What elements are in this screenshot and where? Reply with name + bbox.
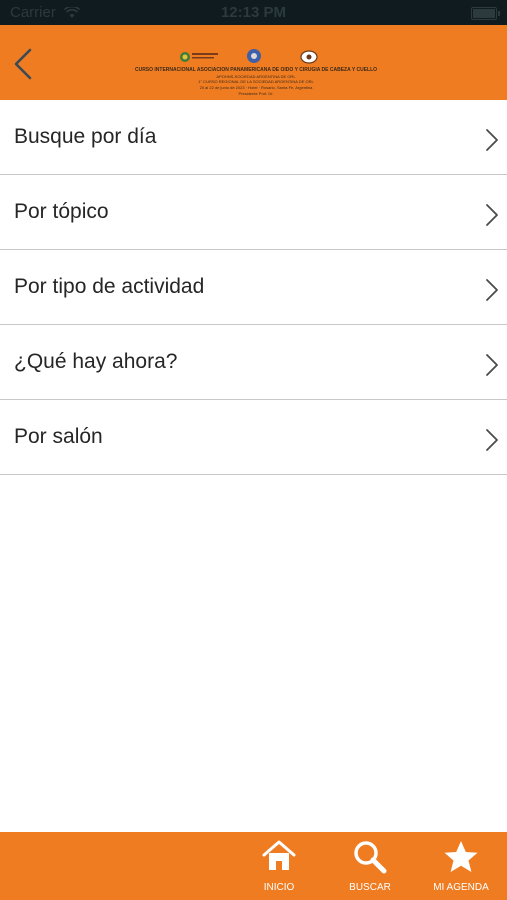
chevron-right-icon [486,204,498,226]
menu-item-label: Por tópico [14,200,109,223]
chevron-right-icon [486,279,498,301]
search-options-list: Busque por día Por tópico Por tipo de ac… [0,100,507,475]
menu-item-por-topico[interactable]: Por tópico [0,175,507,250]
chevron-right-icon [486,129,498,151]
tab-buscar[interactable]: BUSCAR [325,832,415,900]
banner-line-3: 1° CURSO REGIONAL DE LA SOCIEDAD ARGENTI… [198,79,314,84]
status-bar: Carrier 12:13 PM [0,0,507,25]
star-icon [444,841,478,872]
sponsor-logos [180,49,318,64]
menu-item-por-salon[interactable]: Por salón [0,400,507,475]
event-banner: CURSO INTERNACIONAL ASOCIACIÓN PANAMERIC… [128,47,384,97]
menu-item-busque-por-dia[interactable]: Busque por día [0,100,507,175]
chevron-left-icon [14,48,32,80]
menu-item-por-tipo-de-actividad[interactable]: Por tipo de actividad [0,250,507,325]
menu-item-label: ¿Qué hay ahora? [14,350,178,373]
banner-line-4: 20 al 22 de junio de 2023 · Hotel · Rosa… [199,85,313,90]
tab-mi-agenda[interactable]: MI AGENDA [416,832,506,900]
tab-mi-agenda-label: MI AGENDA [433,882,489,893]
chevron-right-icon [486,354,498,376]
menu-item-que-hay-ahora[interactable]: ¿Qué hay ahora? [0,325,507,400]
tab-buscar-label: BUSCAR [349,882,391,893]
back-button[interactable] [10,47,38,81]
banner-line-5: Presidente Prof. Dr. [238,91,274,96]
tab-inicio[interactable]: INICIO [234,832,324,900]
chevron-right-icon [486,429,498,451]
app-header: CURSO INTERNACIONAL ASOCIACIÓN PANAMERIC… [0,25,507,100]
home-icon [262,840,296,870]
tab-inicio-label: INICIO [263,882,295,893]
banner-line-1: CURSO INTERNACIONAL ASOCIACIÓN PANAMERIC… [134,67,378,73]
battery-icon [471,7,500,20]
menu-item-label: Por salón [14,425,103,448]
search-icon [354,841,387,874]
clock: 12:13 PM [220,4,287,21]
menu-item-label: Busque por día [14,125,157,148]
menu-item-label: Por tipo de actividad [14,275,205,298]
bottom-tab-bar: INICIO BUSCAR MI AGENDA [0,832,507,900]
